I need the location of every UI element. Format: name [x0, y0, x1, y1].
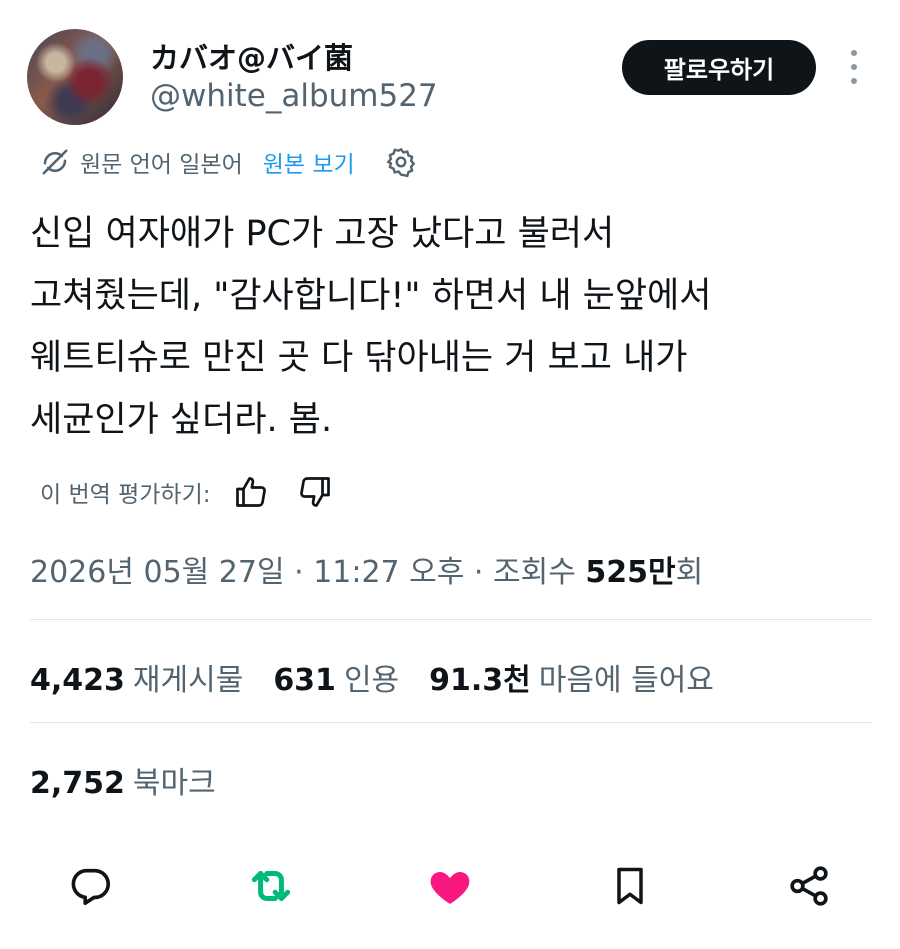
rate-translation: 이 번역 평가하기:	[40, 472, 333, 512]
bookmarks-label: 북마크	[132, 766, 216, 801]
show-original-link[interactable]: 원본 보기	[263, 145, 355, 179]
divider	[30, 722, 872, 723]
share-icon	[790, 866, 828, 906]
thumbs-down-icon[interactable]	[297, 474, 333, 510]
thumbs-up-icon[interactable]	[233, 474, 269, 510]
views-prefix: 조회수	[493, 555, 586, 590]
quotes-label: 인용	[343, 663, 400, 698]
bookmarks-count: 2,752	[30, 766, 125, 801]
reposts-label: 재게시물	[132, 663, 244, 698]
views-count: 525만	[585, 555, 676, 590]
divider	[30, 619, 872, 620]
user-handle[interactable]: @white_album527	[150, 78, 438, 114]
translate-off-icon	[42, 149, 68, 175]
display-name[interactable]: カバオ@バイ菌	[150, 35, 353, 77]
quotes-stat[interactable]: 631 인용	[273, 655, 399, 699]
avatar[interactable]	[27, 29, 123, 125]
separator: ·	[284, 555, 314, 590]
quotes-count: 631	[273, 663, 336, 698]
separator: ·	[464, 555, 493, 590]
more-icon[interactable]	[845, 50, 863, 84]
translation-bar: 원문 언어 일본어 원본 보기	[40, 142, 417, 182]
bookmark-button[interactable]	[602, 858, 658, 914]
reposts-count: 4,423	[30, 663, 125, 698]
repost-icon	[251, 871, 291, 901]
share-button[interactable]	[781, 858, 837, 914]
follow-button[interactable]: 팔로우하기	[622, 40, 816, 95]
reposts-stat[interactable]: 4,423 재게시물	[30, 655, 243, 699]
bookmark-icon	[617, 867, 643, 905]
likes-label: 마음에 들어요	[538, 663, 714, 698]
engagement-stats: 4,423 재게시물 631 인용 91.3천 마음에 들어요	[30, 655, 744, 699]
repost-button[interactable]	[243, 858, 299, 914]
gear-icon[interactable]	[385, 146, 417, 178]
bookmarks-stat[interactable]: 2,752 북마크	[30, 758, 216, 802]
heart-icon	[430, 872, 470, 904]
rate-translation-label: 이 번역 평가하기:	[40, 482, 211, 508]
reply-button[interactable]	[62, 858, 118, 914]
tweet-meta: 2026년 05월 27일 · 11:27 오후 · 조회수 525만회	[30, 547, 703, 591]
tweet-date[interactable]: 2026년 05월 27일	[30, 555, 285, 590]
like-button[interactable]	[422, 858, 478, 914]
likes-stat[interactable]: 91.3천 마음에 들어요	[429, 655, 714, 699]
reply-icon	[71, 868, 111, 906]
tweet-time[interactable]: 11:27 오후	[313, 555, 464, 590]
likes-count: 91.3천	[429, 663, 531, 698]
views-suffix: 회	[675, 555, 704, 590]
source-language-label: 원문 언어 일본어	[80, 152, 243, 178]
tweet-text: 신입 여자애가 PC가 고장 났다고 불러서 고쳐줬는데, "감사합니다!" 하…	[30, 214, 712, 440]
